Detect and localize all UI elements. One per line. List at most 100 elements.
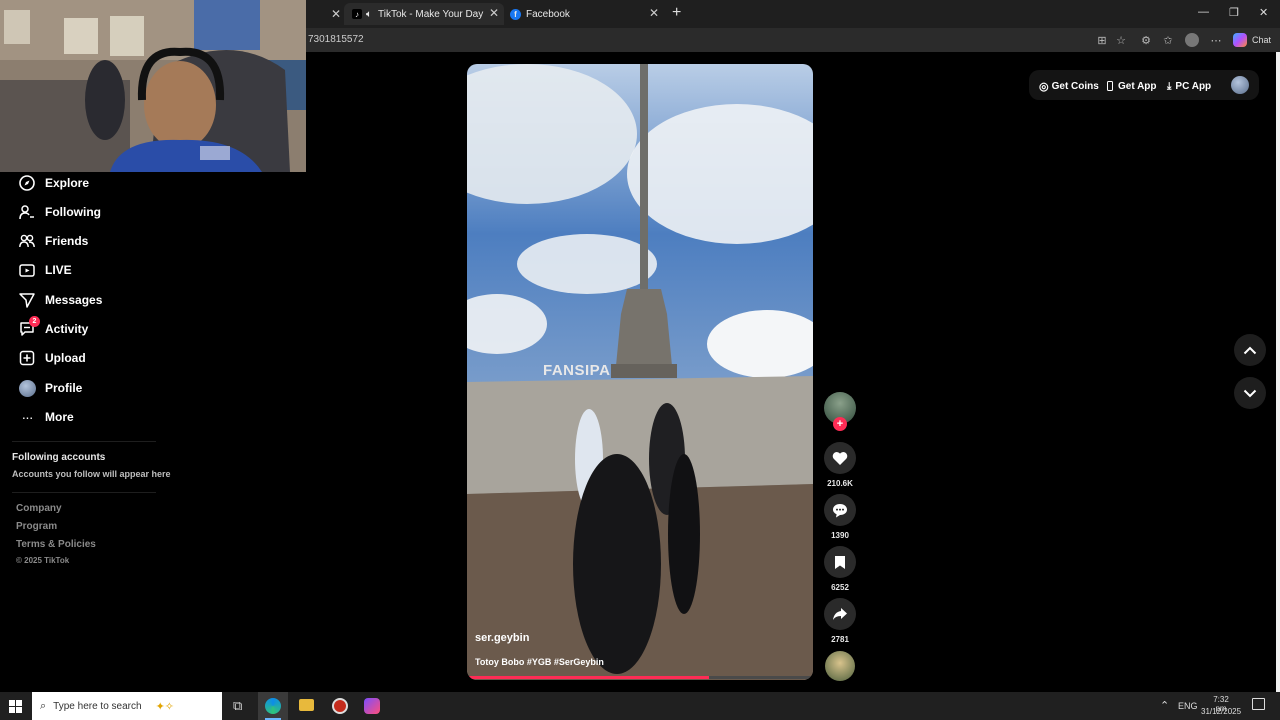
video-progress-fill [467, 676, 710, 679]
comment-icon [833, 503, 847, 517]
sidebar-item-label: More [45, 410, 74, 424]
footer-copyright: © 2025 TikTok [16, 556, 70, 565]
windows-start-icon[interactable] [9, 700, 22, 713]
app-available-icon[interactable]: ⊞ [1095, 33, 1109, 47]
sidebar-item-friends[interactable]: Friends [18, 230, 88, 252]
close-tab-icon[interactable]: ✕ [489, 6, 499, 20]
sidebar-item-messages[interactable]: Messages [18, 289, 102, 311]
chat-label: Chat [1252, 35, 1272, 45]
webcam-feed [0, 0, 306, 172]
taskbar-edge-button[interactable] [258, 692, 288, 720]
sidebar-item-explore[interactable]: Explore [18, 172, 89, 194]
chevron-up-icon [1243, 346, 1257, 354]
share-button[interactable] [824, 598, 856, 630]
more-menu-icon[interactable]: ⋯ [1209, 33, 1223, 47]
get-coins-label: Get Coins [1051, 80, 1099, 92]
sidebar-item-label: Following [45, 205, 101, 219]
save-button[interactable] [824, 546, 856, 578]
pc-app-label: PC App [1175, 80, 1212, 92]
tab-label: Facebook [526, 8, 570, 20]
language-indicator[interactable]: ENG [1178, 701, 1198, 711]
sidebar-divider [12, 492, 156, 493]
sidebar-item-profile[interactable]: Profile [18, 377, 82, 399]
previous-video-button[interactable] [1234, 334, 1266, 366]
phone-icon [1107, 81, 1113, 91]
video-username[interactable]: ser.geybin [475, 632, 529, 644]
copilot-icon [1233, 33, 1247, 47]
coin-icon: ◎ [1039, 80, 1049, 93]
download-icon: ⤓ [1167, 80, 1172, 92]
favorite-star-icon[interactable]: ☆ [1114, 33, 1128, 47]
page-scrollbar[interactable] [1276, 52, 1280, 692]
sidebar-item-label: Profile [45, 381, 83, 395]
share-count: 2781 [831, 635, 849, 644]
tab-facebook[interactable]: f Facebook ✕ [506, 3, 666, 25]
following-accounts-hint: Accounts you follow will appear here [12, 469, 171, 479]
sidebar-item-label: Activity [45, 322, 89, 336]
send-icon [18, 291, 36, 309]
tab-tiktok[interactable]: ♪ 🔈︎ TikTok - Make Your Day ✕ [344, 3, 504, 25]
comment-count: 1390 [831, 531, 849, 540]
footer-link-program[interactable]: Program [16, 521, 57, 532]
comment-button[interactable] [824, 494, 856, 526]
sidebar-item-label: LIVE [45, 263, 72, 277]
speaker-icon[interactable]: 🔈︎ [366, 9, 372, 20]
get-app-button[interactable]: Get App [1107, 78, 1157, 94]
sidebar-item-following[interactable]: Following [18, 201, 101, 223]
profile-avatar[interactable] [1231, 76, 1249, 94]
url-text[interactable]: 7301815572 [308, 34, 364, 45]
file-explorer-icon[interactable] [299, 699, 314, 711]
minimize-icon[interactable]: — [1198, 6, 1209, 18]
taskbar-search-box[interactable]: ⌕ Type here to search ✦✧ [32, 692, 222, 720]
webcam-overlay [0, 0, 306, 172]
notification-center-icon[interactable] [1252, 698, 1265, 710]
footer-link-terms[interactable]: Terms & Policies [16, 539, 96, 550]
search-icon: ⌕ [40, 699, 47, 712]
next-video-button[interactable] [1234, 377, 1266, 409]
restore-icon[interactable]: ❐ [1229, 6, 1239, 19]
compass-icon [18, 174, 36, 192]
pc-app-button[interactable]: ⤓ PC App [1167, 78, 1211, 94]
tiktok-favicon-icon: ♪ [352, 9, 362, 19]
share-arrow-icon [833, 608, 847, 620]
video-progress-track[interactable] [467, 676, 813, 679]
sidebar-item-more[interactable]: ··· More [18, 406, 74, 428]
get-coins-button[interactable]: ◎ Get Coins [1039, 78, 1099, 94]
extensions-icon[interactable]: ⚙ [1139, 33, 1153, 47]
person-follow-icon [18, 203, 36, 221]
live-tv-icon [18, 261, 36, 279]
close-tab-icon[interactable]: ✕ [649, 6, 659, 20]
app-discord-icon[interactable] [364, 698, 380, 714]
close-window-icon[interactable]: ✕ [1259, 6, 1268, 19]
friends-icon [18, 232, 36, 250]
heart-icon [832, 451, 848, 465]
sidebar-item-label: Friends [45, 234, 89, 248]
close-tab-icon[interactable]: ✕ [331, 7, 341, 21]
favorites-icon[interactable]: ✩ [1161, 33, 1175, 47]
music-disc-avatar[interactable] [825, 651, 855, 681]
task-view-icon[interactable]: ⧉ [233, 698, 242, 714]
facebook-favicon-icon: f [510, 8, 521, 20]
search-highlight-icon: ✦✧ [155, 700, 174, 713]
tab-label: TikTok - Make Your Day [378, 8, 484, 20]
sidebar-item-upload[interactable]: Upload [18, 347, 86, 369]
copilot-chat-button[interactable]: Chat [1233, 32, 1271, 48]
chevron-down-icon [1243, 389, 1257, 397]
footer-link-company[interactable]: Company [16, 503, 62, 514]
like-button[interactable] [824, 442, 856, 474]
search-placeholder: Type here to search [53, 700, 142, 712]
sidebar-item-label: Explore [45, 176, 90, 190]
get-app-label: Get App [1118, 80, 1157, 92]
tray-chevron-up-icon[interactable]: ⌃ [1160, 699, 1169, 712]
sidebar-item-live[interactable]: LIVE [18, 259, 72, 281]
taskbar-date[interactable]: 31/12/2025 [1201, 707, 1241, 716]
video-player[interactable]: FANSIPA ser.geybin Totoy Bobo #YGB #SerG… [467, 64, 813, 680]
follow-plus-button[interactable]: + [833, 417, 847, 431]
sidebar-divider [12, 441, 156, 442]
bookmark-icon [835, 555, 845, 569]
sidebar-item-activity[interactable]: 2 Activity [18, 316, 89, 340]
app-record-icon[interactable] [332, 698, 348, 714]
profile-avatar-icon[interactable] [1185, 33, 1199, 47]
ellipsis-icon: ··· [21, 409, 34, 425]
new-tab-button[interactable]: + [672, 4, 681, 22]
